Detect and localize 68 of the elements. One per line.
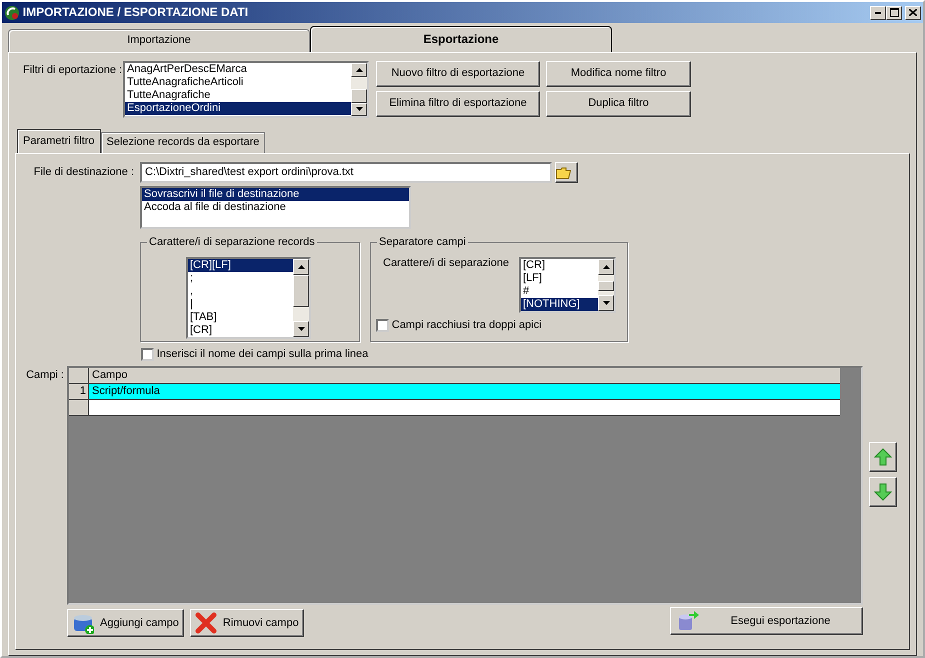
scroll-down-icon[interactable] <box>298 327 304 331</box>
list-item[interactable]: TutteAnagrafiche <box>125 89 351 102</box>
group-title: Separatore campi <box>377 236 468 250</box>
maximize-button[interactable] <box>886 6 902 20</box>
database-export-icon <box>677 610 699 632</box>
scroll-up-icon[interactable] <box>602 265 610 269</box>
list-item[interactable]: , <box>188 285 293 298</box>
row-number: 1 <box>69 384 89 400</box>
scroll-up-icon[interactable] <box>356 68 362 72</box>
list-item[interactable]: AnagArtPerDescEMarca <box>125 63 351 76</box>
minimize-button[interactable] <box>870 6 886 20</box>
field-label: Carattere/i di separazione <box>382 257 510 271</box>
window-title: IMPORTAZIONE / ESPORTAZIONE DATI <box>22 5 250 20</box>
scroll-down-icon[interactable] <box>356 107 362 112</box>
list-item[interactable]: [LF] <box>521 272 598 285</box>
list-item[interactable]: [CR] <box>521 259 598 272</box>
list-item[interactable]: [CR] <box>188 324 293 337</box>
tab[interactable]: Importazione <box>8 29 310 52</box>
list-item[interactable]: ; <box>188 272 293 285</box>
scroll-down-icon[interactable] <box>602 301 610 305</box>
table-cell[interactable]: Script/formula <box>89 384 840 400</box>
move-down-button[interactable] <box>869 477 897 508</box>
button[interactable]: Aggiungi campo <box>67 609 184 638</box>
list-item[interactable]: [NOTHING] <box>521 298 598 311</box>
scroll-up-icon[interactable] <box>298 265 304 269</box>
close-icon <box>909 9 917 16</box>
button[interactable]: Elimina filtro di esportazione <box>376 90 540 116</box>
move-up-button[interactable] <box>869 442 897 472</box>
checkbox-label: Inserisci il nome dei campi sulla prima linea <box>156 348 368 362</box>
folder-icon <box>556 166 571 178</box>
tab[interactable]: Esportazione <box>310 26 612 52</box>
button[interactable]: Rimuovi campo <box>190 609 304 638</box>
browse-button[interactable] <box>554 162 578 183</box>
scrollbar[interactable] <box>293 259 309 337</box>
list-item[interactable]: | <box>188 298 293 311</box>
list-item[interactable]: Accoda al file di destinazione <box>142 201 409 214</box>
list-item[interactable]: TutteAnagraficheArticoli <box>125 76 351 89</box>
path-field[interactable]: C:\Dixtri_shared\test export ordini\prova.txt <box>140 162 552 183</box>
add-field-icon <box>72 612 94 634</box>
table-cell[interactable] <box>89 400 840 416</box>
list-item[interactable]: [TAB] <box>188 311 293 324</box>
down-arrow-icon <box>873 482 893 502</box>
button[interactable]: Nuovo filtro di esportazione <box>376 61 540 87</box>
column-header[interactable]: Campo <box>89 368 840 384</box>
field-label: Campi : <box>25 368 65 384</box>
remove-icon <box>194 612 217 634</box>
close-button[interactable] <box>905 6 921 20</box>
group-title: Carattere/i di separazione records <box>147 236 317 250</box>
checkbox-label: Campi racchiusi tra doppi apici <box>392 319 542 332</box>
checkbox[interactable] <box>141 348 154 362</box>
list-item[interactable]: Sovrascrivi il file di destinazione <box>142 188 409 201</box>
field-label: Filtri di eportazione : <box>23 63 123 78</box>
field-label: File di destinazione : <box>32 166 135 180</box>
scrollbar[interactable] <box>598 259 614 311</box>
up-arrow-icon <box>873 447 893 468</box>
scrollbar[interactable] <box>351 63 367 116</box>
list-item[interactable]: # <box>521 285 598 298</box>
list-item[interactable]: [CR][LF] <box>188 259 293 272</box>
maximize-icon <box>890 8 899 17</box>
button[interactable]: Duplica filtro <box>546 90 691 116</box>
minimize-icon <box>875 12 882 14</box>
button[interactable]: Esegui esportazione <box>670 607 863 636</box>
tab[interactable]: Selezione records da esportare <box>100 132 266 153</box>
checkbox[interactable] <box>376 319 389 332</box>
tab[interactable]: Parametri filtro <box>17 129 101 153</box>
list-item[interactable]: EsportazioneOrdini <box>125 102 351 115</box>
app-icon <box>4 4 20 20</box>
button[interactable]: Modifica nome filtro <box>546 61 691 87</box>
